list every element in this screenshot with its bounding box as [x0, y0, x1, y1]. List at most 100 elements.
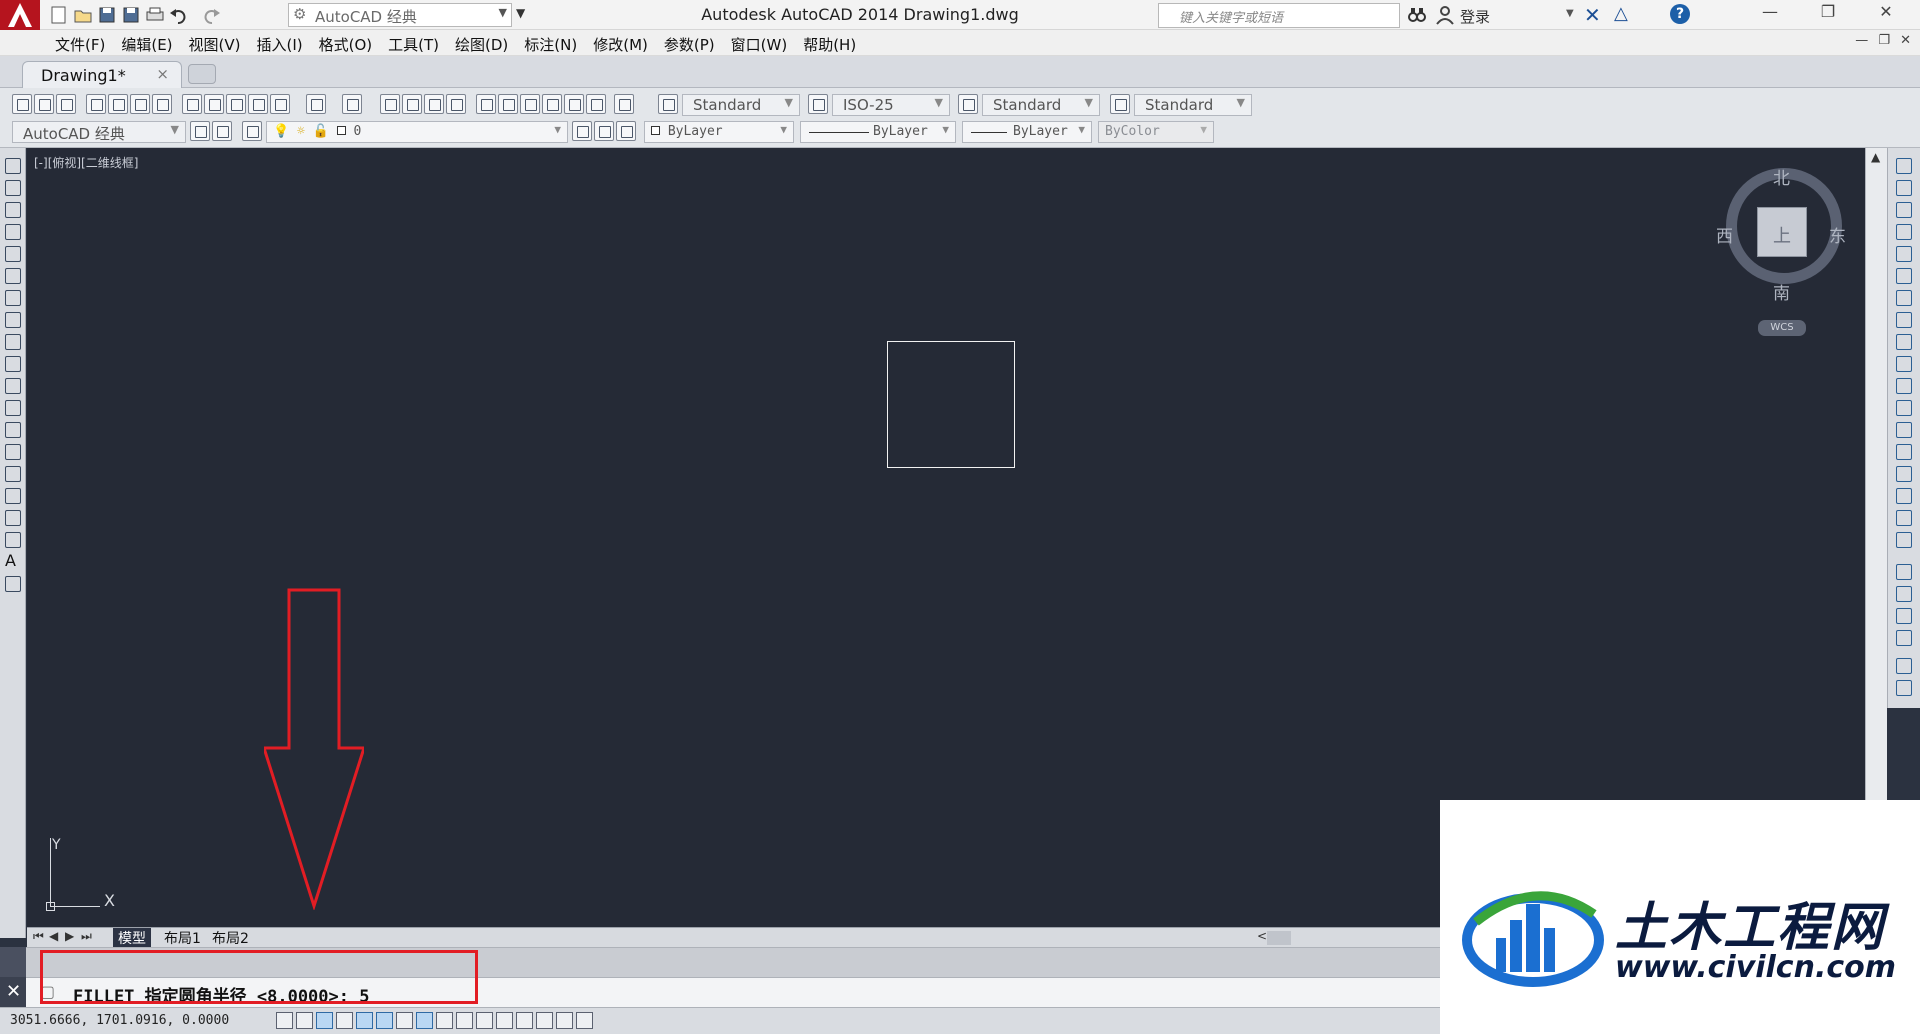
move-icon[interactable]	[1896, 268, 1912, 284]
scroll-up-icon[interactable]: ▲	[1871, 150, 1880, 164]
autodesk-360-icon[interactable]: △	[1614, 3, 1628, 24]
stretch-icon[interactable]	[1896, 334, 1912, 350]
make-block-icon[interactable]	[5, 422, 21, 438]
draworder-back-icon[interactable]	[1896, 586, 1912, 602]
zoom-previous-icon[interactable]	[446, 94, 466, 114]
insert-block-icon[interactable]	[5, 400, 21, 416]
search-input[interactable]: 键入关键字或短语	[1158, 3, 1400, 28]
ellipse-icon[interactable]	[5, 356, 21, 372]
circle-icon[interactable]	[5, 290, 21, 306]
workspace-toolbar-select[interactable]: AutoCAD 经典 ▼	[12, 121, 186, 143]
multiline-text-icon[interactable]: A	[5, 553, 21, 570]
line-icon[interactable]	[5, 158, 21, 174]
layer-select[interactable]: 💡 ☼ 🔓 0 ▼	[266, 121, 568, 143]
menu-window[interactable]: 窗口(W)	[728, 34, 801, 55]
copy-icon[interactable]	[204, 94, 224, 114]
layer-properties-icon[interactable]	[242, 121, 262, 141]
menu-dimension[interactable]: 标注(N)	[521, 34, 590, 55]
viewport-controls-label[interactable]: [-][俯视][二维线框]	[34, 154, 138, 171]
3d-object-snap-icon[interactable]	[396, 1012, 413, 1029]
paste-icon[interactable]	[226, 94, 246, 114]
chamfer-icon[interactable]	[1896, 466, 1912, 482]
block-editor-icon[interactable]	[270, 94, 290, 114]
close-icon[interactable]: ✕	[1866, 2, 1906, 28]
workspace-save-icon[interactable]	[212, 121, 232, 141]
ortho-mode-icon[interactable]	[336, 1012, 353, 1029]
erase-icon[interactable]	[1896, 158, 1912, 174]
menu-tools[interactable]: 工具(T)	[385, 34, 452, 55]
last-layout-icon[interactable]: ⏭	[81, 929, 92, 944]
point-icon[interactable]	[5, 444, 21, 460]
first-layout-icon[interactable]: ⏮	[33, 929, 44, 944]
draworder-above-icon[interactable]	[1896, 608, 1912, 624]
table-style-icon[interactable]	[958, 94, 978, 114]
quick-properties-icon[interactable]	[516, 1012, 533, 1029]
cut-icon[interactable]	[182, 94, 202, 114]
tab-layout2[interactable]: 布局2	[207, 928, 254, 947]
hatch-icon[interactable]	[5, 466, 21, 482]
wcs-menu-button[interactable]: WCS	[1758, 320, 1806, 336]
compass-south[interactable]: 南	[1773, 279, 1790, 304]
table-style-select[interactable]: Standard ▼	[982, 94, 1100, 116]
polygon-icon[interactable]	[5, 224, 21, 240]
restore-icon[interactable]: ❐	[1808, 2, 1848, 28]
properties-icon[interactable]	[476, 94, 496, 114]
tool-palettes-icon[interactable]	[520, 94, 540, 114]
draworder-under-icon[interactable]	[1896, 630, 1912, 646]
customize-quick-access-icon[interactable]: ▼	[516, 6, 525, 20]
cursor-coordinates[interactable]: 3051.6666, 1701.0916, 0.0000	[10, 1013, 229, 1028]
offset-icon[interactable]	[1896, 224, 1912, 240]
make-current-layer-icon[interactable]	[572, 121, 592, 141]
grid-display-icon[interactable]	[316, 1012, 333, 1029]
close-command-line-icon[interactable]: ✕	[6, 981, 21, 1002]
help-icon[interactable]: ?	[1670, 4, 1690, 24]
binoculars-icon[interactable]	[1406, 4, 1428, 30]
dim-style-select[interactable]: ISO-25 ▼	[832, 94, 950, 116]
new-file-icon[interactable]	[48, 4, 70, 26]
spline-icon[interactable]	[5, 334, 21, 350]
construction-line-icon[interactable]	[5, 180, 21, 196]
minimize-icon[interactable]: —	[1750, 2, 1790, 28]
sheet-set-icon[interactable]	[542, 94, 562, 114]
copy-object-icon[interactable]	[1896, 180, 1912, 196]
break-icon[interactable]	[1896, 422, 1912, 438]
polar-tracking-icon[interactable]	[356, 1012, 373, 1029]
previous-layout-icon[interactable]: ◀	[49, 929, 58, 943]
lineweight-select[interactable]: ByLayer ▼	[962, 121, 1092, 143]
lineweight-display-icon[interactable]	[476, 1012, 493, 1029]
horizontal-scroll-thumb[interactable]	[1267, 931, 1291, 945]
menu-draw[interactable]: 绘图(D)	[452, 34, 521, 55]
scroll-left-icon[interactable]: <	[1257, 929, 1267, 943]
undo-icon[interactable]	[168, 4, 190, 26]
text-to-front-icon[interactable]	[1896, 658, 1912, 674]
publish-icon[interactable]	[130, 94, 150, 114]
fillet-icon[interactable]	[1896, 488, 1912, 504]
array-icon[interactable]	[1896, 246, 1912, 262]
preview-icon[interactable]	[108, 94, 128, 114]
blend-curves-icon[interactable]	[1896, 510, 1912, 526]
gradient-icon[interactable]	[5, 488, 21, 504]
autocad-logo-icon[interactable]	[0, 0, 40, 30]
draworder-front-icon[interactable]	[1896, 564, 1912, 580]
drawn-rectangle[interactable]	[887, 341, 1015, 468]
text-style-icon[interactable]	[658, 94, 678, 114]
object-snap-icon[interactable]	[376, 1012, 393, 1029]
menu-view[interactable]: 视图(V)	[186, 34, 254, 55]
document-window-controls[interactable]: — ❐ ✕	[1855, 33, 1914, 48]
save-icon[interactable]	[96, 4, 118, 26]
object-snap-tracking-icon[interactable]	[416, 1012, 433, 1029]
close-tab-icon[interactable]: ×	[156, 65, 169, 83]
redo-icon[interactable]	[342, 94, 362, 114]
undo-icon[interactable]	[306, 94, 326, 114]
menu-modify[interactable]: 修改(M)	[590, 34, 661, 55]
menu-help[interactable]: 帮助(H)	[800, 34, 869, 55]
command-line-grip[interactable]	[0, 947, 26, 977]
tab-drawing1[interactable]: Drawing1* ×	[22, 61, 182, 88]
allow-disallow-ucs-icon[interactable]	[436, 1012, 453, 1029]
qnew-icon[interactable]	[12, 94, 32, 114]
layer-state-icon[interactable]	[616, 121, 636, 141]
trim-icon[interactable]	[1896, 356, 1912, 372]
compass-north[interactable]: 北	[1773, 164, 1790, 189]
rectangle-icon[interactable]	[5, 246, 21, 262]
extend-icon[interactable]	[1896, 378, 1912, 394]
